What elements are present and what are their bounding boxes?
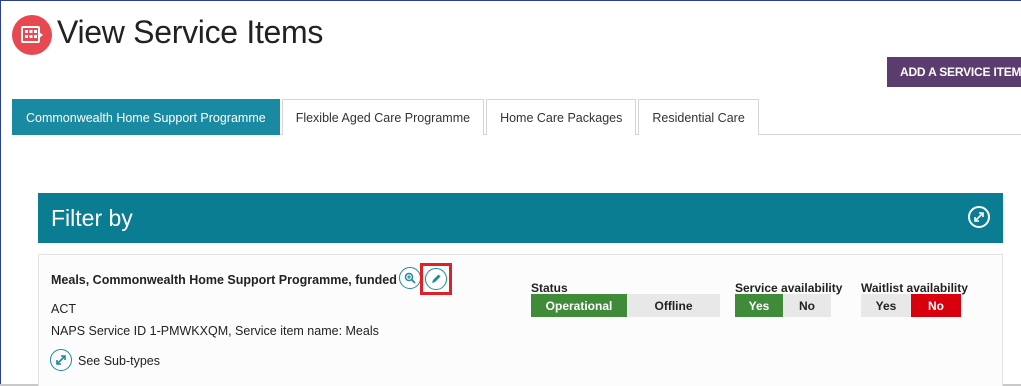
filter-panel-header[interactable]: Filter by <box>38 193 1003 243</box>
filter-title: Filter by <box>51 204 133 231</box>
status-operational-option[interactable]: Operational <box>531 294 627 317</box>
status-toggle: Operational Offline <box>531 294 720 317</box>
calendar-grid-icon <box>12 15 52 55</box>
service-availability-toggle: Yes No <box>735 294 831 317</box>
expand-arrows-icon[interactable] <box>968 206 990 228</box>
see-sub-types-link[interactable]: See Sub-types <box>78 354 160 368</box>
tab-commonwealth-home-support[interactable]: Commonwealth Home Support Programme <box>12 99 280 135</box>
service-availability-yes-option[interactable]: Yes <box>735 294 783 317</box>
page-title: View Service Items <box>57 14 324 50</box>
tab-residential-care[interactable]: Residential Care <box>638 99 759 135</box>
status-label: Status <box>531 281 568 295</box>
zoom-in-icon[interactable] <box>399 267 421 289</box>
status-offline-option[interactable]: Offline <box>627 294 720 317</box>
service-item-card: Meals, Commonwealth Home Support Program… <box>38 254 1003 386</box>
tab-flexible-aged-care[interactable]: Flexible Aged Care Programme <box>281 99 485 135</box>
add-service-item-button[interactable]: ADD A SERVICE ITEM <box>887 57 1021 87</box>
waitlist-availability-yes-option[interactable]: Yes <box>861 294 911 317</box>
expand-arrows-icon[interactable] <box>50 349 72 371</box>
service-item-meta: NAPS Service ID 1-PMWKXQM, Service item … <box>51 324 379 338</box>
service-item-state: ACT <box>51 302 76 316</box>
service-availability-no-option[interactable]: No <box>783 294 831 317</box>
tab-home-care-packages[interactable]: Home Care Packages <box>486 99 637 135</box>
service-item-title: Meals, Commonwealth Home Support Program… <box>51 273 397 287</box>
waitlist-availability-no-option[interactable]: No <box>911 294 961 317</box>
waitlist-availability-label: Waitlist availability <box>861 281 968 295</box>
pencil-icon[interactable] <box>425 268 447 290</box>
program-tabs: Commonwealth Home Support Programme Flex… <box>12 99 761 135</box>
service-availability-label: Service availability <box>735 281 843 295</box>
waitlist-availability-toggle: Yes No <box>861 294 961 317</box>
